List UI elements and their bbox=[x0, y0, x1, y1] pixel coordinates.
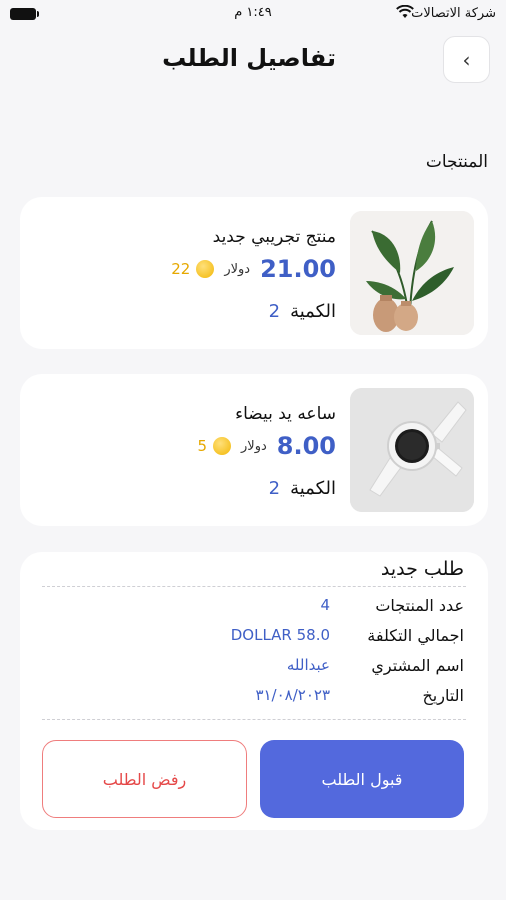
info-row-date: التاريخ ٣١/٠٨/٢٠٢٣ bbox=[20, 686, 464, 710]
status-time: ١:٤٩ م bbox=[234, 5, 272, 20]
info-value: عبدالله bbox=[286, 656, 330, 674]
quantity-label: الكمية bbox=[290, 301, 336, 322]
accept-order-button[interactable]: قبول الطلب bbox=[260, 740, 464, 818]
info-value: DOLLAR 58.0 bbox=[230, 626, 330, 644]
quantity-label: الكمية bbox=[290, 478, 336, 499]
battery-icon bbox=[10, 8, 39, 20]
products-section-label: المنتجات bbox=[425, 152, 488, 172]
quantity-row: الكمية 2 bbox=[269, 478, 336, 499]
status-bar: شركة الاتصالات ١:٤٩ م bbox=[0, 0, 506, 28]
info-label: عدد المنتجات bbox=[375, 596, 464, 615]
quantity-row: الكمية 2 bbox=[269, 301, 336, 322]
watch-icon bbox=[350, 388, 474, 512]
currency-label: دولار bbox=[241, 438, 267, 454]
product-price: 8.00 bbox=[276, 432, 336, 460]
chevron-left-icon: ‹ bbox=[462, 47, 471, 72]
quantity-value: 2 bbox=[268, 478, 281, 499]
product-name: ساعه يد بيضاء bbox=[235, 404, 336, 424]
divider bbox=[42, 586, 466, 587]
wifi-icon bbox=[396, 5, 414, 18]
info-label: التاريخ bbox=[422, 686, 464, 705]
product-card[interactable]: ساعه يد بيضاء 8.00 دولار 5 الكمية 2 bbox=[20, 374, 488, 526]
product-name: منتج تجريبي جديد bbox=[212, 227, 336, 247]
info-label: اجمالي التكلفة bbox=[367, 626, 464, 645]
info-row-product-count: عدد المنتجات 4 bbox=[20, 596, 464, 620]
info-label: اسم المشتري bbox=[371, 656, 464, 675]
info-value: 4 bbox=[320, 596, 330, 614]
reject-order-button[interactable]: رفض الطلب bbox=[42, 740, 247, 818]
divider bbox=[42, 719, 466, 720]
points-value: 5 bbox=[197, 437, 208, 455]
plant-icon bbox=[350, 211, 474, 335]
product-card[interactable]: منتج تجريبي جديد 21.00 دولار 22 الكمية 2 bbox=[20, 197, 488, 349]
info-value: ٣١/٠٨/٢٠٢٣ bbox=[255, 686, 330, 704]
info-row-total-cost: اجمالي التكلفة DOLLAR 58.0 bbox=[20, 626, 464, 650]
product-price: 21.00 bbox=[260, 255, 336, 283]
page-title: تفاصيل الطلب bbox=[162, 44, 336, 72]
currency-label: دولار bbox=[224, 261, 251, 277]
points-value: 22 bbox=[171, 260, 191, 278]
info-row-buyer-name: اسم المشتري عبدالله bbox=[20, 656, 464, 680]
back-button[interactable]: ‹ bbox=[443, 36, 490, 83]
quantity-value: 2 bbox=[268, 301, 281, 322]
order-summary-card: طلب جديد عدد المنتجات 4 اجمالي التكلفة D… bbox=[20, 552, 488, 830]
price-row: 8.00 دولار 5 bbox=[197, 432, 336, 460]
coin-icon bbox=[213, 437, 232, 455]
order-title: طلب جديد bbox=[380, 558, 464, 580]
price-row: 21.00 دولار 22 bbox=[171, 255, 336, 283]
carrier-label: شركة الاتصالات bbox=[411, 6, 496, 21]
coin-icon bbox=[196, 260, 215, 278]
